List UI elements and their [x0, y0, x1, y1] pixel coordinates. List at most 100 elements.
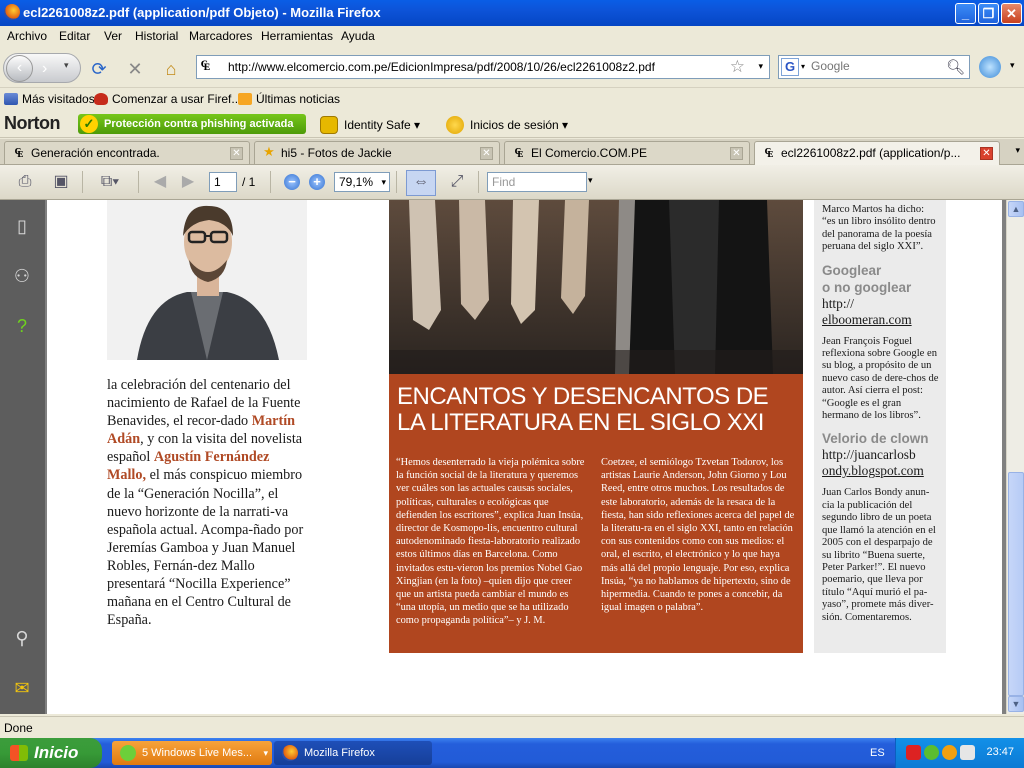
scroll-thumb[interactable] — [1008, 472, 1024, 696]
group-dropdown-icon[interactable]: ▾ — [263, 741, 268, 765]
attachment-icon[interactable]: ⚲ — [10, 626, 34, 650]
find-input[interactable]: Find — [487, 172, 587, 192]
tab-close-icon[interactable]: ✕ — [230, 147, 243, 160]
tab-close-icon[interactable]: ✕ — [730, 147, 743, 160]
sidebar-link-elboomeran-domain: elboomeran.com — [822, 311, 912, 327]
binoculars-icon[interactable]: ⚇ — [10, 264, 34, 288]
menu-archivo[interactable]: Archivo — [7, 29, 47, 43]
engine-dropdown-icon[interactable]: ▾ — [801, 62, 805, 71]
volume-tray-icon[interactable] — [960, 745, 975, 760]
menu-historial[interactable]: Historial — [135, 29, 178, 43]
tab-close-icon[interactable]: ✕ — [480, 147, 493, 160]
article-column-2: Coetzee, el semiólogo Tzvetan Todorov, l… — [601, 457, 795, 614]
back-forward-group: ‹ › ▾ — [3, 53, 81, 83]
search-icon[interactable]: 🔍︎ — [946, 58, 965, 76]
zoom-select[interactable]: 79,1% ▾ — [334, 172, 390, 192]
phishing-protection-badge[interactable]: ✓ Protección contra phishing activada — [78, 114, 306, 134]
home-icon[interactable]: ⌂ — [160, 58, 182, 80]
url-bar[interactable]: ₠ http://www.elcomercio.com.pe/EdicionIm… — [196, 55, 770, 79]
next-page-icon[interactable]: ▶ — [176, 171, 200, 193]
skype-dropdown-icon[interactable]: ▾ — [1010, 60, 1015, 71]
network-tray-icon[interactable] — [942, 745, 957, 760]
pages-icon[interactable]: ▯ — [10, 214, 34, 238]
logins-menu[interactable]: Inicios de sesión ▾ — [446, 116, 568, 134]
skype-icon[interactable] — [979, 56, 1001, 78]
search-bar[interactable]: G ▾ 🔍︎ — [778, 55, 970, 79]
url-dropdown-icon[interactable]: ▾ — [758, 61, 763, 72]
menu-marcadores[interactable]: Marcadores — [189, 29, 252, 43]
tab-hi5[interactable]: ★ hi5 - Fotos de Jackie ✕ — [254, 141, 500, 164]
previous-page-icon[interactable]: ◀ — [148, 171, 172, 193]
vertical-scrollbar[interactable]: ▲ ▼ — [1006, 200, 1024, 714]
start-button[interactable]: Inicio — [0, 738, 102, 768]
pdf-viewport[interactable]: la celebración del centenario del nacimi… — [45, 200, 1006, 714]
window-title: ecl2261008z2.pdf (application/pdf Objeto… — [23, 5, 381, 20]
tab-generacion[interactable]: ₠ Generación encontrada. ✕ — [4, 141, 250, 164]
messenger-icon — [120, 745, 136, 761]
tab-pdf[interactable]: ₠ ecl2261008z2.pdf (application/p... ✕ — [754, 141, 1000, 166]
scroll-up-icon[interactable]: ▲ — [1008, 201, 1024, 217]
windows-logo-icon — [10, 745, 28, 761]
minimize-button[interactable]: _ — [955, 3, 976, 24]
zoom-in-icon[interactable]: + — [309, 174, 325, 190]
tab-label: El Comercio.COM.PE — [531, 146, 648, 160]
comments-icon[interactable]: ✉ — [10, 676, 34, 700]
site-favicon-icon: ₠ — [201, 59, 210, 74]
forward-button[interactable]: › — [42, 60, 47, 78]
sidebar-paragraph-1: Jean François Foguel reflexiona sobre Go… — [822, 335, 939, 422]
search-input[interactable] — [811, 59, 941, 73]
article-headline: ENCANTOS Y DESENCANTOS DE LA LITERATURA … — [397, 383, 769, 436]
page-number-input[interactable]: 1 — [209, 172, 237, 192]
bookmark-ultimas-noticias[interactable]: Últimas noticias — [238, 92, 340, 106]
history-dropdown-icon[interactable]: ▾ — [64, 60, 69, 71]
fit-width-icon[interactable]: ⇔ — [409, 171, 433, 193]
scroll-down-icon[interactable]: ▼ — [1008, 696, 1024, 712]
zoom-value: 79,1% — [339, 175, 374, 189]
tab-list-dropdown-icon[interactable]: ▾ — [1015, 145, 1020, 156]
hi5-favicon-icon: ★ — [263, 145, 275, 160]
identity-safe-menu[interactable]: Identity Safe ▾ — [320, 116, 420, 134]
zoom-dropdown-icon[interactable]: ▾ — [381, 173, 386, 191]
bookmark-comenzar[interactable]: Comenzar a usar Firef... — [94, 92, 241, 106]
share-icon[interactable]: ⧉▾ — [92, 171, 128, 193]
print-icon[interactable]: ⎙ — [13, 171, 37, 193]
task-windows-live[interactable]: 5 Windows Live Mes... ▾ — [112, 741, 272, 765]
header-photo — [389, 200, 803, 374]
menu-ayuda[interactable]: Ayuda — [341, 29, 375, 43]
close-button[interactable]: ✕ — [1001, 3, 1022, 24]
stop-icon[interactable]: ✕ — [124, 58, 146, 80]
left-paragraph-3: el más conspicuo miembro de la “Generaci… — [107, 467, 304, 629]
fit-page-icon[interactable]: ⤢ — [445, 171, 469, 193]
google-engine-icon[interactable]: G — [781, 58, 799, 76]
bookmark-mas-visitados[interactable]: Más visitados — [4, 92, 95, 106]
tab-elcomercio[interactable]: ₠ El Comercio.COM.PE ✕ — [504, 141, 750, 164]
toolbar-separator — [270, 171, 271, 193]
phishing-label: Protección contra phishing activada — [104, 118, 294, 130]
zoom-out-icon[interactable]: − — [284, 174, 300, 190]
face-icon — [446, 116, 464, 134]
sidebar-heading-googlear: Googlear o no googlear — [822, 262, 940, 296]
task-firefox[interactable]: Mozilla Firefox — [274, 741, 432, 765]
bookmark-star-icon[interactable]: ☆ — [730, 57, 745, 77]
menu-editar[interactable]: Editar — [59, 29, 90, 43]
sidebar-column: Marco Martos ha dicho: “es un libro insó… — [814, 200, 946, 653]
reload-icon[interactable]: ⟳ — [88, 58, 110, 80]
language-indicator[interactable]: ES — [870, 747, 885, 759]
article-box: ENCANTOS Y DESENCANTOS DE LA LITERATURA … — [389, 374, 803, 653]
maximize-button[interactable]: ❐ — [978, 3, 999, 24]
menu-herramientas[interactable]: Herramientas — [261, 29, 333, 43]
save-icon[interactable]: ▣ — [49, 171, 73, 193]
find-dropdown-icon[interactable]: ▾ — [588, 175, 593, 186]
menu-ver[interactable]: Ver — [104, 29, 122, 43]
tab-close-icon[interactable]: ✕ — [980, 147, 993, 160]
identity-label: Identity Safe — [344, 118, 411, 132]
back-button[interactable]: ‹ — [6, 55, 33, 82]
clock: 23:47 — [986, 746, 1014, 758]
sidebar-link-bondy: http://juancarlosb — [822, 447, 916, 463]
bookmark-label: Más visitados — [22, 92, 95, 106]
url-text[interactable]: http://www.elcomercio.com.pe/EdicionImpr… — [228, 60, 655, 74]
messenger-tray-icon[interactable] — [924, 745, 939, 760]
help-icon[interactable]: ? — [10, 314, 34, 338]
norton-tray-icon[interactable] — [906, 745, 921, 760]
firefox-icon — [282, 745, 298, 761]
